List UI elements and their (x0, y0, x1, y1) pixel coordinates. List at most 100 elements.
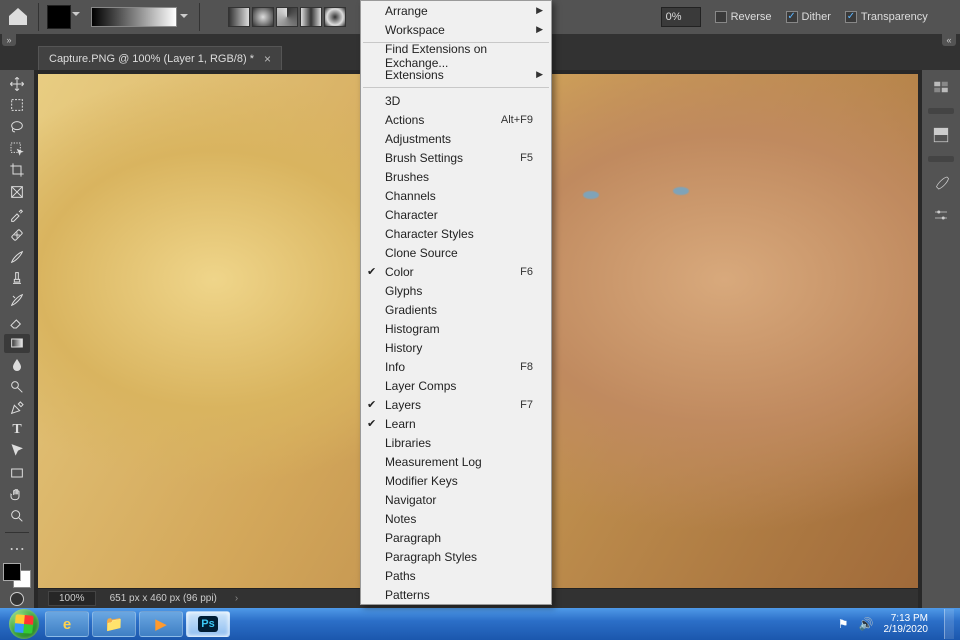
zoom-field[interactable]: 100% (48, 591, 96, 606)
taskbar-photoshop[interactable]: Ps (186, 611, 230, 637)
flag-icon[interactable]: ⚑ (838, 617, 849, 631)
menu-item-layer-comps[interactable]: Layer Comps (361, 376, 551, 395)
dodge-tool[interactable] (4, 377, 30, 397)
document-tab[interactable]: Capture.PNG @ 100% (Layer 1, RGB/8) * × (38, 46, 282, 70)
hand-tool[interactable] (4, 485, 30, 505)
menu-item-arrange[interactable]: Arrange▶ (361, 1, 551, 20)
eraser-tool[interactable] (4, 312, 30, 332)
color-swatches[interactable] (3, 563, 31, 588)
menu-item-paragraph-styles[interactable]: Paragraph Styles (361, 547, 551, 566)
ie-icon: e (63, 616, 71, 633)
chevron-right-icon[interactable]: › (235, 593, 238, 604)
menu-item-brush-settings[interactable]: Brush SettingsF5 (361, 148, 551, 167)
reverse-checkbox[interactable]: Reverse (715, 11, 772, 23)
panel-icon-brush[interactable] (928, 172, 954, 194)
menu-item-glyphs[interactable]: Glyphs (361, 281, 551, 300)
volume-icon[interactable]: 🔊 (859, 617, 874, 631)
foreground-color[interactable] (3, 563, 21, 581)
close-icon[interactable]: × (264, 52, 271, 66)
folder-icon: 📁 (105, 615, 124, 633)
diamond-gradient-button[interactable] (324, 7, 346, 27)
menu-item-history[interactable]: History (361, 338, 551, 357)
quick-mask-toggle[interactable] (4, 590, 30, 608)
rectangle-tool[interactable] (4, 463, 30, 483)
menu-item-paths[interactable]: Paths (361, 566, 551, 585)
submenu-arrow-icon: ▶ (536, 5, 543, 16)
menu-item-3d[interactable]: 3D (361, 91, 551, 110)
menu-item-gradients[interactable]: Gradients (361, 300, 551, 319)
brush-tool[interactable] (4, 247, 30, 267)
menu-item-label: Channels (385, 189, 436, 203)
menu-item-actions[interactable]: ActionsAlt+F9 (361, 110, 551, 129)
menu-item-patterns[interactable]: Patterns (361, 585, 551, 604)
expand-right-handle[interactable]: « (942, 34, 956, 46)
check-icon: ✔ (367, 265, 376, 278)
menu-item-channels[interactable]: Channels (361, 186, 551, 205)
zoom-tool[interactable] (4, 507, 30, 527)
menu-item-notes[interactable]: Notes (361, 509, 551, 528)
linear-gradient-button[interactable] (228, 7, 250, 27)
reflected-gradient-button[interactable] (300, 7, 322, 27)
menu-item-learn[interactable]: ✔Learn (361, 414, 551, 433)
transparency-checkbox[interactable]: Transparency (845, 11, 928, 23)
marquee-tool[interactable] (4, 96, 30, 116)
menu-item-adjustments[interactable]: Adjustments (361, 129, 551, 148)
menu-item-label: Workspace (385, 23, 445, 37)
lasso-tool[interactable] (4, 117, 30, 137)
taskbar-media[interactable]: ▶ (139, 611, 183, 637)
opacity-field[interactable]: 0% (661, 7, 701, 27)
menu-item-workspace[interactable]: Workspace▶ (361, 20, 551, 39)
start-button[interactable] (6, 608, 42, 640)
frame-tool[interactable] (4, 182, 30, 202)
menu-separator (363, 87, 549, 88)
menu-item-navigator[interactable]: Navigator (361, 490, 551, 509)
menu-item-character[interactable]: Character (361, 205, 551, 224)
system-tray: ⚑ 🔊 7:13 PM 2/19/2020 (838, 609, 954, 639)
move-tool[interactable] (4, 74, 30, 94)
panel-drag-handle[interactable] (928, 156, 954, 162)
edit-toolbar[interactable]: ⋯ (4, 539, 30, 559)
angle-gradient-button[interactable] (276, 7, 298, 27)
taskbar-explorer[interactable]: 📁 (92, 611, 136, 637)
menu-item-brushes[interactable]: Brushes (361, 167, 551, 186)
menu-item-histogram[interactable]: Histogram (361, 319, 551, 338)
gradient-tool[interactable] (4, 334, 30, 354)
menu-item-extensions[interactable]: Extensions▶ (361, 65, 551, 84)
menu-item-libraries[interactable]: Libraries (361, 433, 551, 452)
menu-item-modifier-keys[interactable]: Modifier Keys (361, 471, 551, 490)
panel-icon-color[interactable] (928, 76, 954, 98)
foreground-swatch[interactable] (47, 5, 71, 29)
menu-item-layers[interactable]: ✔LayersF7 (361, 395, 551, 414)
clock[interactable]: 7:13 PM 2/19/2020 (884, 613, 929, 635)
menu-item-color[interactable]: ✔ColorF6 (361, 262, 551, 281)
radial-gradient-button[interactable] (252, 7, 274, 27)
menu-item-info[interactable]: InfoF8 (361, 357, 551, 376)
eyedropper-tool[interactable] (4, 204, 30, 224)
path-select-tool[interactable] (4, 442, 30, 462)
type-tool[interactable]: T (4, 420, 30, 440)
taskbar-ie[interactable]: e (45, 611, 89, 637)
menu-item-clone-source[interactable]: Clone Source (361, 243, 551, 262)
history-brush-tool[interactable] (4, 290, 30, 310)
panel-icon-adjust[interactable] (928, 204, 954, 226)
dither-checkbox[interactable]: Dither (786, 11, 831, 23)
menu-item-paragraph[interactable]: Paragraph (361, 528, 551, 547)
stamp-tool[interactable] (4, 269, 30, 289)
menu-item-character-styles[interactable]: Character Styles (361, 224, 551, 243)
pen-tool[interactable] (4, 398, 30, 418)
tools-panel: T ⋯ (0, 70, 34, 608)
menu-item-measurement-log[interactable]: Measurement Log (361, 452, 551, 471)
healing-tool[interactable] (4, 225, 30, 245)
submenu-arrow-icon: ▶ (536, 69, 543, 80)
crop-tool[interactable] (4, 161, 30, 181)
show-desktop-button[interactable] (944, 609, 954, 639)
menu-item-find-extensions-on-exchange[interactable]: Find Extensions on Exchange... (361, 46, 551, 65)
expand-left-handle[interactable]: » (2, 34, 16, 46)
blur-tool[interactable] (4, 355, 30, 375)
home-icon[interactable] (6, 5, 30, 29)
panel-drag-handle[interactable] (928, 108, 954, 114)
panel-icon-swatches[interactable] (928, 124, 954, 146)
quick-select-tool[interactable] (4, 139, 30, 159)
menu-item-label: Layers (385, 398, 421, 412)
gradient-preview[interactable] (91, 7, 177, 27)
